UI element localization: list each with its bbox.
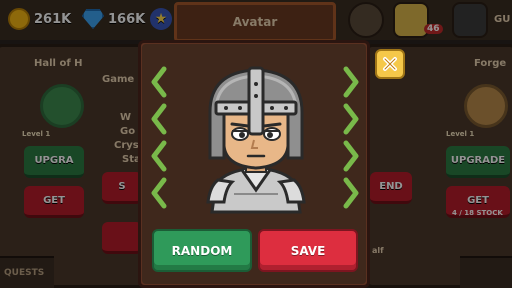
prev-armor-arrow[interactable]	[150, 177, 168, 209]
chevron-left-icon	[151, 140, 167, 172]
next-armor-arrow[interactable]	[342, 177, 360, 209]
random-button[interactable]: RANDOM	[152, 229, 252, 272]
chevron-right-icon	[343, 177, 359, 209]
chevron-right-icon	[343, 140, 359, 172]
chevron-right-icon	[343, 66, 359, 98]
close-button[interactable]	[375, 49, 405, 79]
next-skin-arrow[interactable]	[342, 140, 360, 172]
armor-body	[206, 166, 306, 214]
game-screen: 261K 166K ★ Avatar 46 GU Hall of H Level…	[0, 0, 512, 288]
prev-skin-arrow[interactable]	[150, 140, 168, 172]
random-button-label: RANDOM	[171, 243, 233, 258]
save-button[interactable]: SAVE	[258, 229, 358, 272]
chevron-left-icon	[151, 66, 167, 98]
next-face-arrow[interactable]	[342, 103, 360, 135]
avatar-portrait	[206, 66, 306, 214]
chevron-left-icon	[151, 177, 167, 209]
next-helmet-arrow[interactable]	[342, 66, 360, 98]
prev-helmet-arrow[interactable]	[150, 66, 168, 98]
prev-face-arrow[interactable]	[150, 103, 168, 135]
chevron-left-icon	[151, 103, 167, 135]
save-button-label: SAVE	[290, 243, 326, 258]
close-icon	[383, 57, 397, 71]
chevron-right-icon	[343, 103, 359, 135]
